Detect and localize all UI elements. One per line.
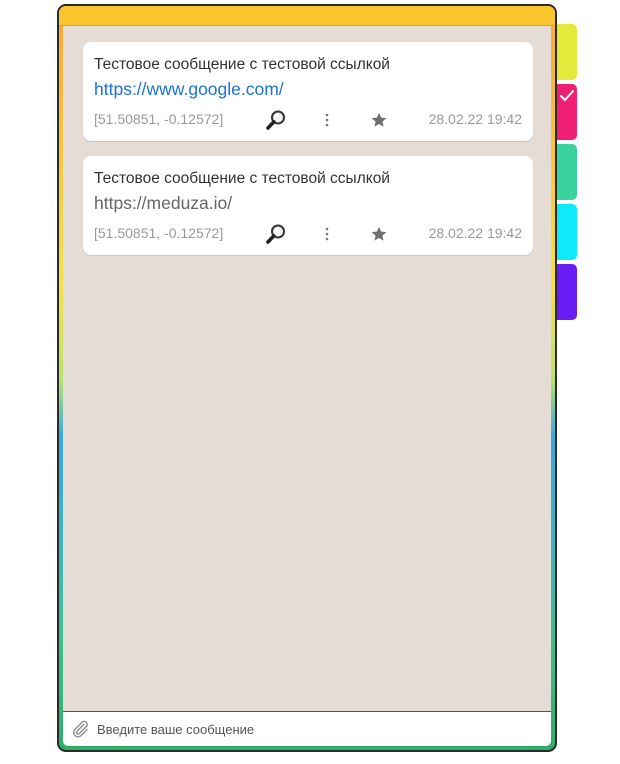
more-vertical-icon[interactable] — [319, 109, 335, 131]
checkmark-icon — [559, 89, 575, 108]
star-icon[interactable] — [368, 223, 390, 245]
color-tab-pink[interactable] — [557, 84, 577, 140]
message-input[interactable] — [97, 717, 551, 741]
window-top-band — [59, 6, 555, 26]
star-icon[interactable] — [368, 109, 390, 131]
more-vertical-icon[interactable] — [319, 223, 335, 245]
message-meta: [51.50851, -0.12572] 28.02.22 19:42 — [94, 222, 522, 244]
message-coordinates: [51.50851, -0.12572] — [94, 111, 224, 127]
message-link[interactable]: https://meduza.io/ — [94, 190, 232, 216]
magnifier-icon[interactable] — [264, 108, 288, 132]
magnifier-icon[interactable] — [264, 222, 288, 246]
message-link[interactable]: https://www.google.com/ — [94, 76, 284, 102]
message-timestamp: 28.02.22 19:42 — [428, 111, 522, 127]
message-meta: [51.50851, -0.12572] 28.02.22 19:42 — [94, 108, 522, 130]
message-list[interactable]: Тестовое сообщение с тестовой ссылкой ht… — [63, 26, 551, 712]
message-text: Тестовое сообщение с тестовой ссылкой — [94, 170, 390, 187]
chat-window: Тестовое сообщение с тестовой ссылкой ht… — [57, 4, 557, 752]
message-bubble: Тестовое сообщение с тестовой ссылкой ht… — [83, 42, 533, 141]
color-tab-cyan[interactable] — [557, 204, 577, 260]
message-coordinates: [51.50851, -0.12572] — [94, 225, 224, 241]
message-composer — [63, 711, 551, 746]
paperclip-icon[interactable] — [69, 718, 91, 740]
message-timestamp: 28.02.22 19:42 — [428, 225, 522, 241]
color-tab-yellow[interactable] — [557, 24, 577, 80]
message-bubble: Тестовое сообщение с тестовой ссылкой ht… — [83, 156, 533, 255]
color-tab-green[interactable] — [557, 144, 577, 200]
message-text: Тестовое сообщение с тестовой ссылкой — [94, 56, 390, 73]
color-tab-purple[interactable] — [557, 264, 577, 320]
